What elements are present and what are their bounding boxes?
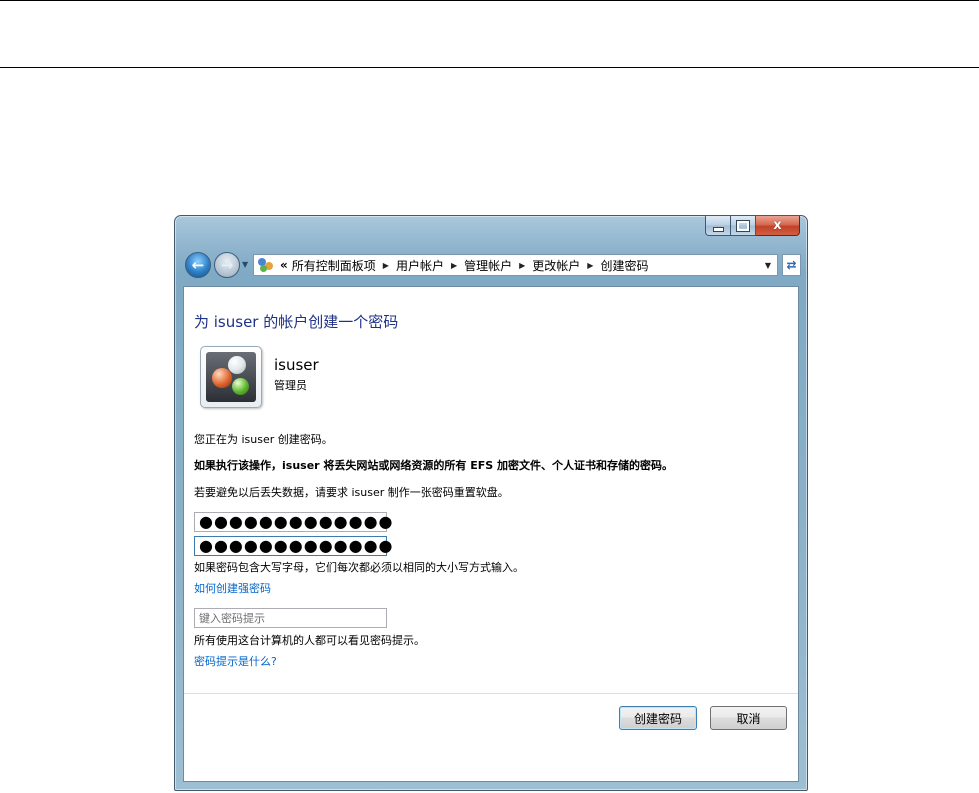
minimize-icon (712, 226, 724, 232)
breadcrumb-create-password[interactable]: 创建密码 (600, 257, 648, 274)
refresh-button[interactable]: ⇄ (782, 254, 801, 276)
user-name: isuser (274, 356, 319, 374)
info-text: 您正在为 isuser 创建密码。 (194, 433, 333, 446)
maximize-button[interactable] (731, 216, 756, 236)
control-panel-icon (258, 258, 274, 272)
breadcrumb-user-accounts[interactable]: 用户帐户 (396, 257, 444, 274)
password-hint-field[interactable]: 键入密码提示 (194, 608, 387, 628)
breadcrumb-separator-icon[interactable]: ▶ (451, 261, 457, 270)
forward-button[interactable]: → (214, 252, 240, 278)
cancel-button[interactable]: 取消 (710, 706, 787, 730)
hint-visibility-note: 所有使用这台计算机的人都可以看见密码提示。 (194, 634, 425, 647)
bottom-rule (0, 67, 979, 68)
case-sensitivity-note: 如果密码包含大写字母，它们每次都必须以相同的大小写方式输入。 (194, 561, 524, 574)
address-bar[interactable]: « 所有控制面板项 ▶ 用户帐户 ▶ 管理帐户 ▶ 更改帐户 ▶ 创建密码 ▼ (253, 254, 778, 276)
new-password-field[interactable]: ●●●●●●●●●●●●● (194, 512, 393, 532)
advice-text: 若要避免以后丢失数据，请要求 isuser 制作一张密码重置软盘。 (194, 486, 509, 499)
user-avatar (200, 346, 262, 408)
breadcrumb-change-account[interactable]: 更改帐户 (532, 257, 580, 274)
address-dropdown-icon[interactable]: ▼ (765, 261, 771, 270)
user-role: 管理员 (274, 379, 307, 392)
refresh-icon: ⇄ (786, 258, 797, 272)
warning-text: 如果执行该操作，isuser 将丢失网站或网络资源的所有 EFS 加密文件、个人… (194, 459, 674, 472)
breadcrumb-all-control-panel-items[interactable]: 所有控制面板项 (292, 257, 376, 274)
breadcrumb-manage-accounts[interactable]: 管理帐户 (464, 257, 512, 274)
divider (184, 693, 798, 694)
breadcrumb-separator-icon[interactable]: ▶ (519, 261, 525, 270)
forward-arrow-icon: → (220, 255, 234, 274)
create-password-button[interactable]: 创建密码 (619, 706, 697, 730)
maximize-icon (736, 219, 750, 232)
strong-password-link[interactable]: 如何创建强密码 (194, 580, 271, 596)
page-title: 为 isuser 的帐户创建一个密码 (194, 313, 399, 331)
top-rule (0, 0, 979, 1)
close-icon: x (773, 218, 782, 233)
marbles-avatar-icon (206, 352, 256, 402)
breadcrumb-separator-icon[interactable]: ▶ (383, 261, 389, 270)
content-pane: 为 isuser 的帐户创建一个密码 isuser 管理员 您正在为 isuse… (183, 286, 799, 782)
window-controls: x (705, 216, 800, 236)
confirm-password-field[interactable]: ●●●●●●●●●●●●● (194, 536, 393, 556)
navigation-bar: ← → ▼ « 所有控制面板项 ▶ 用户帐户 ▶ 管理帐户 ▶ 更改帐户 ▶ 创… (183, 250, 801, 280)
minimize-button[interactable] (705, 216, 731, 236)
back-arrow-icon: ← (191, 255, 205, 274)
breadcrumb-overflow[interactable]: « (280, 258, 288, 272)
breadcrumb-separator-icon[interactable]: ▶ (587, 261, 593, 270)
close-button[interactable]: x (756, 216, 800, 236)
create-password-window: x ← → ▼ « 所有控制面板项 ▶ 用户帐户 ▶ 管理帐户 ▶ 更改帐户 ▶… (174, 215, 808, 791)
recent-pages-button[interactable]: ▼ (242, 260, 248, 269)
back-button[interactable]: ← (185, 252, 211, 278)
password-hint-help-link[interactable]: 密码提示是什么? (194, 653, 277, 669)
